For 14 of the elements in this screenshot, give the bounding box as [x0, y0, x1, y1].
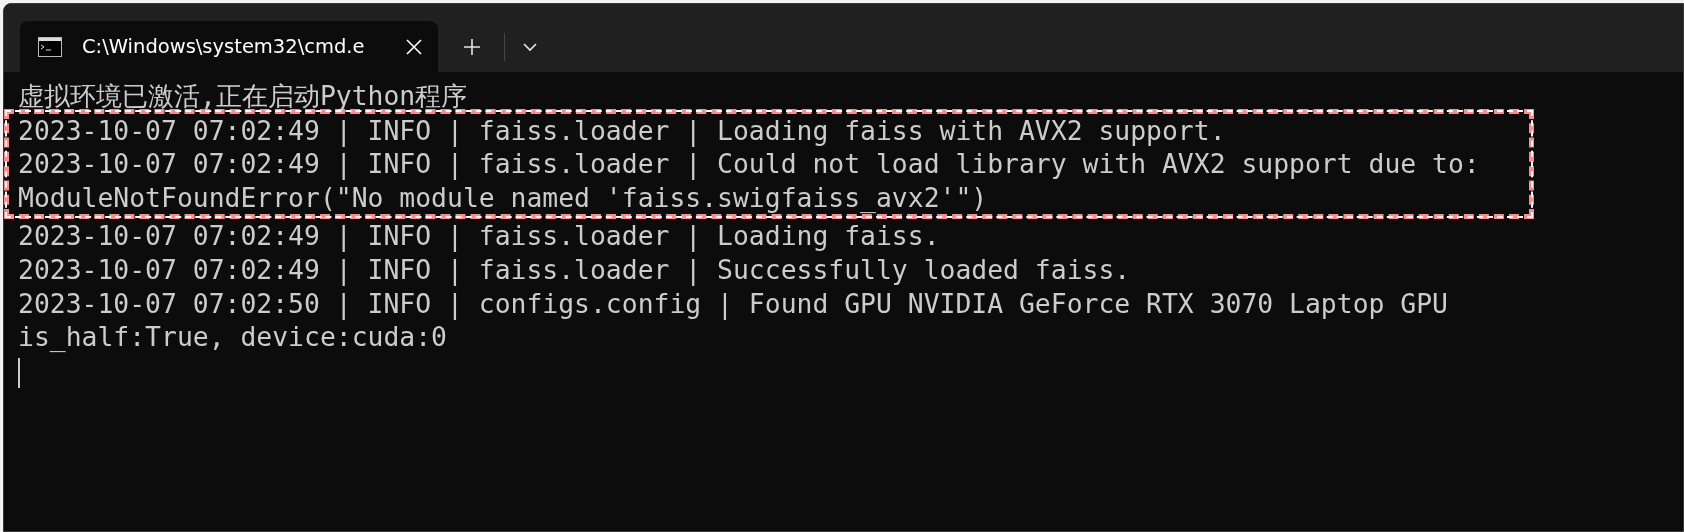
chevron-down-icon	[522, 41, 538, 52]
terminal-line: 2023-10-07 07:02:49 | INFO | faiss.loader | Loading faiss with AVX2 support.	[18, 113, 1226, 148]
terminal-line: 2023-10-07 07:02:49 | INFO | faiss.loader | Successfully loaded faiss.	[18, 252, 1131, 287]
terminal-icon	[38, 36, 62, 57]
tab-title: C:\Windows\system32\cmd.e	[82, 35, 366, 58]
terminal-line: is_half:True, device:cuda:0	[18, 320, 447, 354]
terminal-tab[interactable]: C:\Windows\system32\cmd.e	[20, 21, 438, 72]
terminal-line: 2023-10-07 07:02:49 | INFO | faiss.loader | Loading faiss.	[18, 219, 940, 253]
terminal-line: 虚拟环境已激活,正在启动Python程序	[18, 79, 468, 113]
terminal-line: 2023-10-07 07:02:49 | INFO | faiss.loader | Could not load library with AVX2 support due to:	[18, 147, 1480, 181]
text-cursor	[18, 357, 20, 388]
terminal-line: 2023-10-07 07:02:50 | INFO | configs.config | Found GPU NVIDIA GeForce RTX 3070 Laptop GPU	[18, 286, 1448, 321]
terminal-line: ModuleNotFoundError("No module named 'faiss.swigfaiss_avx2'")	[18, 180, 988, 215]
plus-icon	[463, 37, 481, 56]
